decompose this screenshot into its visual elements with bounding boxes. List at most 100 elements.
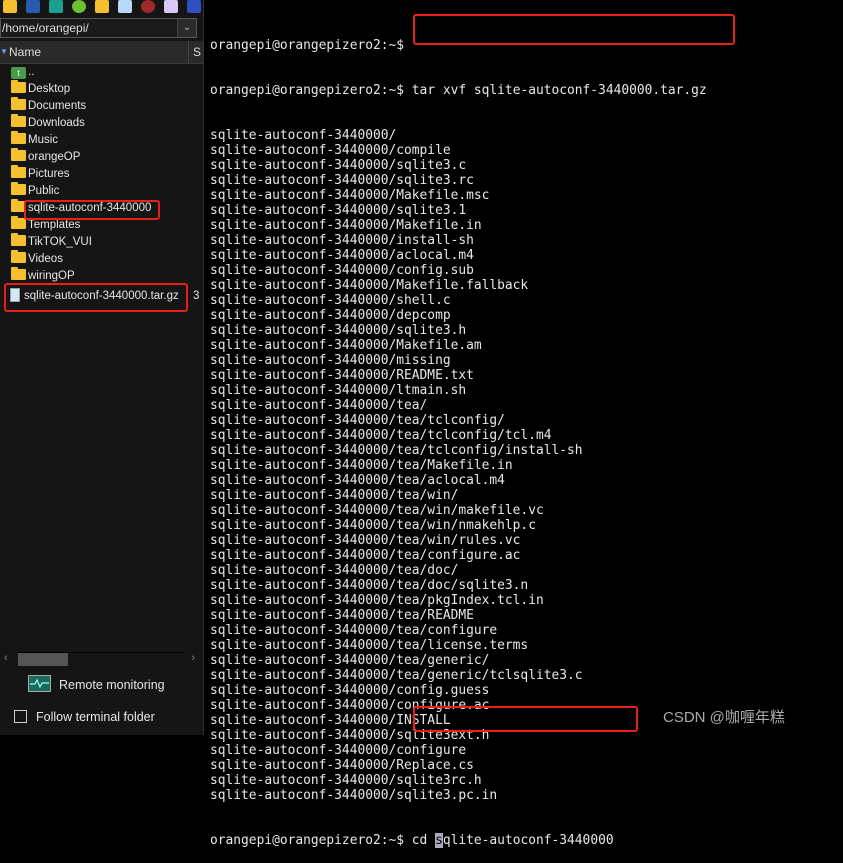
rename-icon[interactable] bbox=[164, 0, 178, 13]
terminal-line: sqlite-autoconf-3440000/sqlite3.c bbox=[210, 158, 467, 173]
upload-arrow-icon[interactable] bbox=[49, 0, 63, 13]
command-cd: cd sqlite-autoconf-3440000 bbox=[412, 833, 614, 848]
cursor: s bbox=[435, 833, 443, 848]
file-list-item[interactable]: Pictures bbox=[11, 165, 70, 183]
terminal-line: sqlite-autoconf-3440000/tea/doc/sqlite3.… bbox=[210, 578, 529, 593]
terminal-line: sqlite-autoconf-3440000/tea/Makefile.in bbox=[210, 458, 513, 473]
folder-icon bbox=[11, 114, 26, 127]
new-file-icon[interactable] bbox=[118, 0, 132, 13]
terminal-line: sqlite-autoconf-3440000/Makefile.msc bbox=[210, 188, 490, 203]
file-browser-panel: /home/orangepi/ ⌄ ▼ Name S t.. Desktop Doc… bbox=[0, 0, 204, 735]
follow-terminal-label: Follow terminal folder bbox=[36, 710, 155, 724]
terminal-line: sqlite-autoconf-3440000/install-sh bbox=[210, 233, 474, 248]
scroll-right-icon[interactable]: › bbox=[191, 652, 195, 664]
terminal-line: sqlite-autoconf-3440000/tea/win/rules.vc bbox=[210, 533, 521, 548]
file-list-item[interactable]: TikTOK_VUI bbox=[11, 233, 92, 251]
path-input[interactable]: /home/orangepi/ ⌄ bbox=[0, 18, 197, 38]
terminal-line: sqlite-autoconf-3440000/tea/aclocal.m4 bbox=[210, 473, 505, 488]
folder-icon bbox=[11, 267, 26, 280]
file-name: Templates bbox=[28, 219, 81, 231]
terminal-line: sqlite-autoconf-3440000/Makefile.in bbox=[210, 218, 482, 233]
terminal-line: sqlite-autoconf-3440000/tea/win/makefile… bbox=[210, 503, 544, 518]
tar-output: sqlite-autoconf-3440000/sqlite-autoconf-… bbox=[210, 128, 707, 803]
properties-icon[interactable] bbox=[187, 0, 201, 13]
terminal-line: sqlite-autoconf-3440000/shell.c bbox=[210, 293, 451, 308]
file-list-item[interactable]: Music bbox=[11, 131, 59, 149]
command-tar: tar xvf sqlite-autoconf-3440000.tar.gz bbox=[411, 83, 707, 98]
scroll-left-icon[interactable]: ‹ bbox=[4, 652, 8, 664]
highlight-box-tar-command bbox=[413, 14, 735, 45]
path-dropdown-button[interactable]: ⌄ bbox=[177, 19, 196, 37]
file-name: Music bbox=[28, 134, 59, 146]
upload-icon[interactable] bbox=[3, 0, 17, 13]
file-name: .. bbox=[28, 66, 35, 78]
terminal-line: sqlite-autoconf-3440000/missing bbox=[210, 353, 451, 368]
file-name: Videos bbox=[28, 253, 63, 265]
download-icon[interactable] bbox=[26, 0, 40, 13]
file-name: TikTOK_VUI bbox=[28, 236, 92, 248]
path-text: /home/orangepi/ bbox=[2, 21, 89, 35]
file-name: Desktop bbox=[28, 83, 71, 95]
new-folder-icon[interactable] bbox=[95, 0, 109, 13]
highlight-box-folder bbox=[24, 200, 160, 220]
terminal-line: sqlite-autoconf-3440000/depcomp bbox=[210, 308, 451, 323]
file-list-item[interactable]: Public bbox=[11, 182, 60, 200]
file-list-item[interactable]: orangeOP bbox=[11, 148, 81, 166]
file-list-item[interactable]: t.. bbox=[11, 64, 34, 81]
prompt: orangepi@orangepizero2:~$ bbox=[210, 38, 405, 53]
terminal-line: sqlite-autoconf-3440000/configure bbox=[210, 743, 467, 758]
terminal-line: sqlite-autoconf-3440000/tea/tclconfig/tc… bbox=[210, 428, 552, 443]
terminal-line: sqlite-autoconf-3440000/Replace.cs bbox=[210, 758, 474, 773]
terminal-line: sqlite-autoconf-3440000/tea/configure bbox=[210, 623, 498, 638]
file-name: Public bbox=[28, 185, 60, 197]
folder-icon bbox=[11, 165, 26, 178]
file-list-item[interactable]: Downloads bbox=[11, 114, 85, 132]
terminal-line: sqlite-autoconf-3440000/tea/generic/tcls… bbox=[210, 668, 583, 683]
terminal-line: sqlite-autoconf-3440000/sqlite3.pc.in bbox=[210, 788, 498, 803]
cd-argument: qlite-autoconf-3440000 bbox=[442, 833, 614, 848]
terminal-line: sqlite-autoconf-3440000/README.txt bbox=[210, 368, 474, 383]
folder-icon bbox=[11, 182, 26, 195]
remote-monitoring-label: Remote monitoring bbox=[59, 678, 165, 692]
terminal-line: orangepi@orangepizero2:~$ tar xvf sqlite… bbox=[210, 83, 707, 98]
file-list-item[interactable]: Videos bbox=[11, 250, 63, 268]
chevron-down-icon: ⌄ bbox=[182, 22, 192, 33]
folder-icon bbox=[11, 233, 26, 246]
terminal-line: sqlite-autoconf-3440000/aclocal.m4 bbox=[210, 248, 474, 263]
column-size[interactable]: S bbox=[188, 41, 201, 63]
refresh-icon[interactable] bbox=[72, 0, 86, 13]
terminal-line: sqlite-autoconf-3440000/tea/win/nmakehlp… bbox=[210, 518, 536, 533]
folder-icon bbox=[11, 80, 26, 93]
terminal-line: sqlite-autoconf-3440000/tea/doc/ bbox=[210, 563, 459, 578]
terminal-line: sqlite-autoconf-3440000/sqlite3.h bbox=[210, 323, 467, 338]
terminal-line: sqlite-autoconf-3440000/tea/tclconfig/in… bbox=[210, 443, 583, 458]
column-name[interactable]: Name bbox=[9, 41, 41, 63]
sort-arrow-icon: ▼ bbox=[0, 47, 8, 56]
file-toolbar bbox=[0, 0, 203, 16]
file-name: Documents bbox=[28, 100, 87, 112]
remote-monitoring-button[interactable]: Remote monitoring bbox=[28, 674, 165, 696]
horizontal-scrollbar[interactable]: ‹ › bbox=[0, 652, 203, 666]
file-name: Downloads bbox=[28, 117, 85, 129]
terminal-line: sqlite-autoconf-3440000/Makefile.am bbox=[210, 338, 482, 353]
file-name: Pictures bbox=[28, 168, 70, 180]
file-list-item[interactable]: Documents bbox=[11, 97, 87, 115]
highlight-box-archive bbox=[4, 283, 188, 312]
prompt: orangepi@orangepizero2:~$ bbox=[210, 833, 405, 848]
terminal-line: sqlite-autoconf-3440000/config.sub bbox=[210, 263, 474, 278]
terminal-line: sqlite-autoconf-3440000/sqlite3.rc bbox=[210, 173, 474, 188]
file-name: orangeOP bbox=[28, 151, 81, 163]
file-size: 3 bbox=[193, 290, 200, 302]
terminal-line: sqlite-autoconf-3440000/sqlite3.1 bbox=[210, 203, 467, 218]
prompt: orangepi@orangepizero2:~$ bbox=[210, 83, 405, 98]
terminal-line: sqlite-autoconf-3440000/tea/ bbox=[210, 398, 428, 413]
folder-icon bbox=[11, 216, 26, 229]
checkbox-icon[interactable] bbox=[14, 710, 27, 723]
terminal-line: sqlite-autoconf-3440000/tea/tclconfig/ bbox=[210, 413, 505, 428]
folder-icon bbox=[11, 131, 26, 144]
follow-terminal-folder-checkbox[interactable]: Follow terminal folder bbox=[14, 708, 155, 726]
delete-icon[interactable] bbox=[141, 0, 155, 13]
file-list-item[interactable]: Desktop bbox=[11, 80, 71, 98]
column-header: ▼ Name S bbox=[0, 41, 203, 64]
scroll-thumb[interactable] bbox=[18, 653, 68, 666]
